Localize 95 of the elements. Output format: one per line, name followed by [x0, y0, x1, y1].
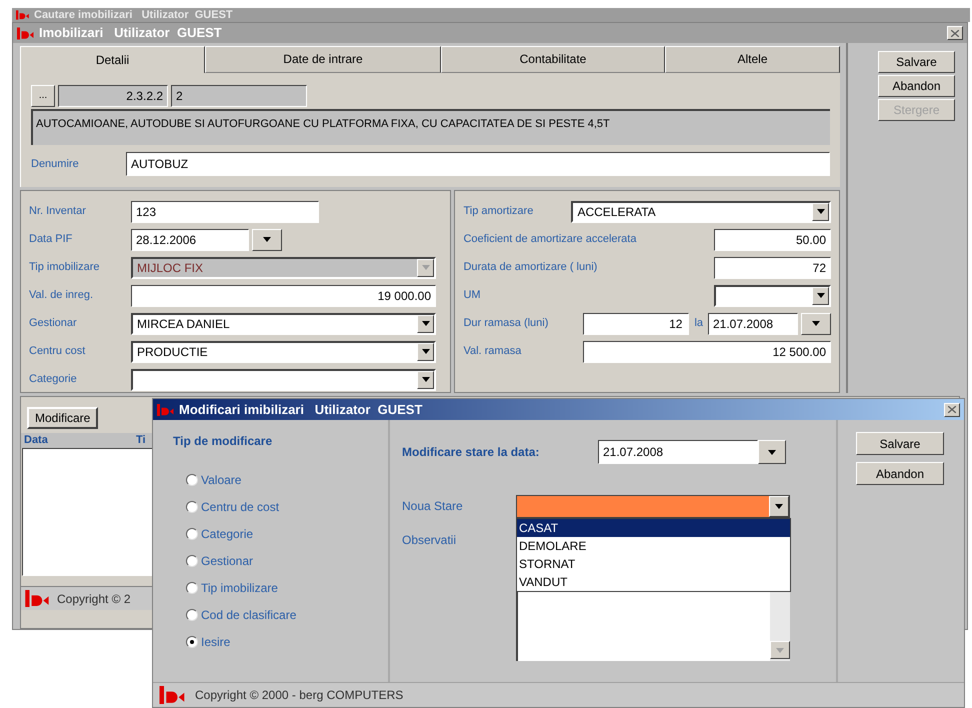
caret-icon	[422, 321, 430, 326]
field-label: Durata de amortizare ( luni)	[463, 260, 598, 276]
radio-button[interactable]	[186, 636, 198, 648]
logo-icon	[157, 402, 175, 416]
tab[interactable]: Contabilitate	[441, 46, 665, 73]
radio-option[interactable]: Gestionar	[186, 553, 388, 569]
radio-option[interactable]: Cod de clasificare	[186, 607, 388, 623]
input-field[interactable]: 50.00	[714, 228, 831, 250]
logo-icon	[159, 686, 187, 704]
scroll-down-button[interactable]	[770, 641, 790, 659]
dropdown-field[interactable]	[516, 494, 790, 518]
radio-button[interactable]	[186, 501, 198, 513]
input-field[interactable]: 21.07.2008	[598, 440, 758, 464]
tab[interactable]: Altele	[665, 46, 840, 73]
caret-icon	[263, 237, 271, 242]
radio-button[interactable]	[186, 582, 198, 594]
radio-option[interactable]: Categorie	[186, 526, 388, 542]
field-label: Noua Stare	[402, 498, 464, 515]
field-label: Coeficient de amortizare accelerata	[463, 232, 638, 248]
tab[interactable]: Date de intrare	[205, 46, 441, 73]
action-button[interactable]: Abandon	[878, 75, 955, 97]
action-button[interactable]: Abandon	[856, 462, 944, 485]
input-field[interactable]: 19 000.00	[131, 284, 436, 306]
radio-button[interactable]	[186, 609, 198, 621]
input-field[interactable]: 12	[583, 312, 690, 334]
tab[interactable]: Detalii	[20, 46, 205, 73]
status-text: Copyright © 2000 - berg COMPUTERS	[195, 687, 404, 704]
action-button[interactable]: Salvare	[856, 432, 944, 455]
field-label: Observatii	[402, 532, 458, 549]
radio-option[interactable]: Valoare	[186, 472, 388, 488]
window-title: Imobilizari Utilizator GUEST	[39, 24, 222, 42]
caret-icon	[812, 321, 820, 326]
close-button[interactable]	[947, 26, 963, 40]
input-field[interactable]: 72	[714, 256, 831, 278]
dropdown-field[interactable]: PRODUCTIE	[131, 340, 436, 362]
window-title: Cautare imobilizari Utilizator GUEST	[34, 10, 233, 20]
caret-icon	[422, 349, 430, 354]
field-label: Centru cost	[29, 344, 86, 360]
close-icon	[948, 406, 956, 413]
radio-option[interactable]: Iesire	[186, 634, 388, 650]
caret-icon	[776, 648, 784, 652]
input-field[interactable]: 28.12.2006	[131, 228, 249, 250]
close-icon	[951, 30, 959, 36]
dropdown-item[interactable]: VANDUT	[517, 573, 790, 591]
field-label: Val. de inreg.	[29, 288, 94, 304]
group-title: Tip de modificare	[173, 433, 274, 450]
caret-icon	[422, 265, 430, 270]
field-label: Modificare stare la data:	[402, 444, 540, 461]
modify-button[interactable]: Modificare	[27, 407, 98, 429]
dropdown-button[interactable]	[801, 312, 831, 334]
dropdown-item[interactable]: DEMOLARE	[517, 537, 790, 555]
caret-icon	[775, 504, 783, 508]
caret-icon	[816, 209, 824, 214]
input-field[interactable]: 12 500.00	[583, 340, 831, 362]
field-label: la	[694, 316, 703, 332]
radio-button[interactable]	[186, 474, 198, 486]
description-field: AUTOCAMIOANE, AUTODUBE SI AUTOFURGOANE CU PLATFORMA FIXA, CU CAPACITATEA DE SI PESTE 4,5T	[31, 108, 830, 145]
field-label: Val. ramasa	[463, 344, 522, 360]
field-label: Categorie	[29, 372, 78, 388]
logo-icon	[16, 10, 30, 20]
column-header: Data	[23, 433, 49, 448]
close-button[interactable]	[944, 402, 960, 416]
field-label: Tip amortizare	[463, 204, 534, 220]
caret-icon	[816, 293, 824, 298]
input-field[interactable]: AUTOBUZ	[126, 152, 830, 176]
field-label: Data PIF	[29, 232, 74, 248]
action-button[interactable]: Salvare	[878, 51, 955, 73]
radio-option[interactable]: Tip imobilizare	[186, 580, 388, 596]
logo-icon	[25, 590, 51, 607]
field-label: Tip imobilizare	[29, 260, 101, 276]
window-title: Modificari imibilizari Utilizator GUEST	[179, 400, 422, 419]
field-label: Dur ramasa (luni)	[463, 316, 550, 332]
field-label: Gestionar	[29, 316, 78, 332]
dropdown-item[interactable]: CASAT	[517, 519, 790, 537]
field-label: UM	[463, 288, 482, 304]
code-field: 2	[171, 84, 307, 107]
input-field[interactable]: 21.07.2008	[708, 312, 798, 334]
radio-button[interactable]	[186, 528, 198, 540]
browse-button[interactable]: ...	[31, 84, 55, 107]
dropdown-button[interactable]	[252, 228, 282, 250]
field-label: Nr. Inventar	[29, 204, 87, 220]
radio-button[interactable]	[186, 555, 198, 567]
dropdown-field[interactable]	[131, 368, 436, 390]
radio-option[interactable]: Centru de cost	[186, 499, 388, 515]
logo-icon	[17, 26, 35, 40]
status-text: Copyright © 2	[57, 590, 131, 608]
dropdown-field[interactable]: ACCELERATA	[571, 200, 831, 222]
dropdown-button[interactable]	[758, 440, 786, 464]
dropdown-item[interactable]: STORNAT	[517, 555, 790, 573]
dropdown-field[interactable]: MIRCEA DANIEL	[131, 312, 436, 334]
dropdown-field[interactable]	[714, 284, 831, 306]
input-field[interactable]: 123	[131, 200, 319, 222]
field-label: Denumire	[31, 156, 80, 172]
caret-icon	[422, 377, 430, 382]
code-field: 2.3.2.2	[58, 84, 168, 107]
